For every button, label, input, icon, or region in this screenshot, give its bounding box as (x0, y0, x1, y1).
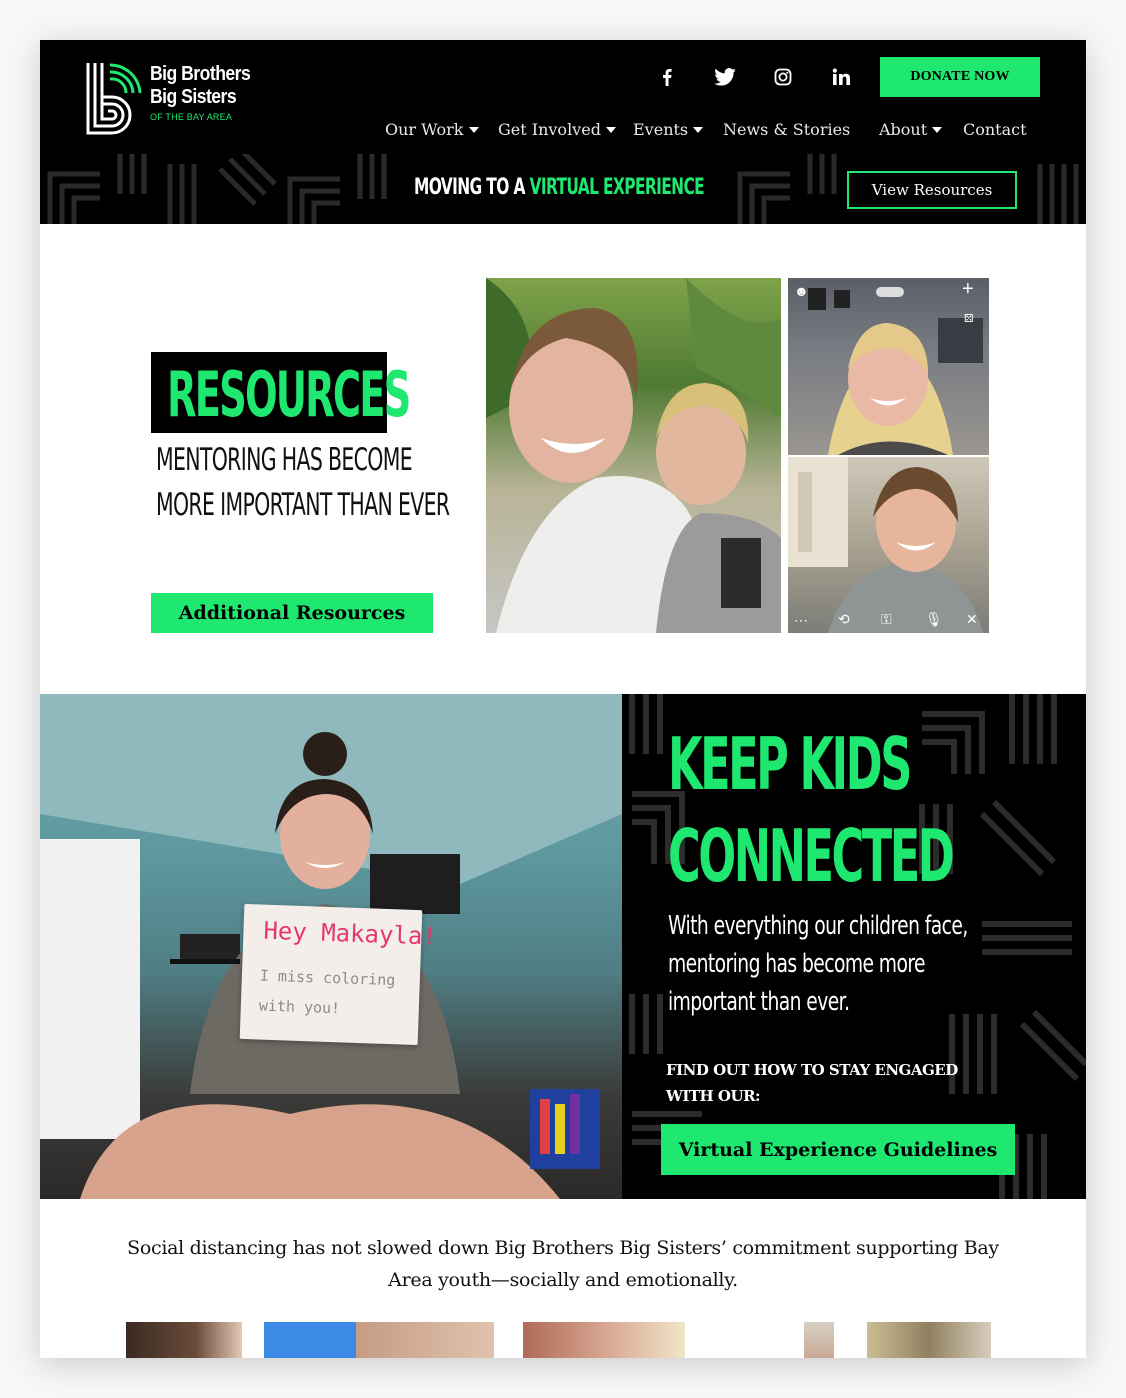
banner-prefix: MOVING TO A (414, 175, 530, 200)
linkedin-icon[interactable] (828, 66, 854, 88)
microphone-icon: 🎙 (925, 611, 943, 627)
twitter-icon[interactable] (712, 66, 738, 88)
instagram-icon[interactable] (770, 66, 796, 88)
video-call-thumbnail (126, 1322, 242, 1358)
unlock-icon: ⚿ (881, 611, 892, 627)
video-call-thumbnail (804, 1322, 834, 1358)
social-distancing-statement: Social distancing has not slowed down Bi… (80, 1232, 1046, 1296)
caret-down-icon (468, 127, 479, 133)
nav-item-label: About (879, 119, 928, 139)
nav-item-label: Events (633, 119, 689, 139)
mentor-selfie-photo (486, 278, 781, 633)
find-out-line-1: FIND OUT HOW TO STAY ENGAGED (666, 1061, 958, 1079)
resources-title-box: RESOURCES (151, 352, 411, 433)
video-call-thumbnail (867, 1322, 991, 1358)
caret-down-icon (932, 127, 943, 133)
resources-title: RESOURCES (167, 358, 411, 431)
banner-heading: MOVING TO A VIRTUAL EXPERIENCE (414, 175, 705, 200)
nav-item-label: Contact (963, 119, 1027, 139)
keep-kids-title-line-2: CONNECTED (668, 814, 955, 898)
keep-kids-body-line-1: With everything our children face, (668, 911, 968, 941)
sign-message-line-1: I miss coloring (259, 966, 396, 990)
dice-icon: ⚄ (964, 313, 974, 325)
video-call-mentor-photo: ⋯ ⟲ ⚿ 🎙 ✕ (788, 457, 989, 633)
nav-item-contact[interactable]: Contact (963, 118, 1027, 140)
flip-camera-icon: ⟲ (838, 611, 850, 627)
sign-message-line-2: with you! (258, 996, 341, 1018)
logo-mark-icon (86, 63, 142, 135)
find-out-line-2: WITH OUR: (666, 1087, 761, 1105)
video-call-thumbnail (523, 1322, 685, 1358)
caret-down-icon (605, 127, 616, 133)
virtual-experience-guidelines-button[interactable]: Virtual Experience Guidelines (661, 1124, 1015, 1175)
video-call-thumbnail (264, 1322, 494, 1358)
handwritten-sign: Hey Makayla! I miss coloring with you! (239, 903, 437, 1046)
facebook-icon[interactable] (654, 66, 680, 88)
additional-resources-button[interactable]: Additional Resources (151, 593, 433, 633)
keep-kids-title-line-1: KEEP KIDS (668, 722, 912, 806)
statement-line-1: Social distancing has not slowed down Bi… (127, 1237, 999, 1259)
statement-line-2: Area youth—socially and emotionally. (388, 1269, 738, 1291)
more-options-icon: ⋯ (794, 612, 808, 628)
logo-line-1: Big Brothers (150, 63, 251, 85)
nav-item-label: News & Stories (723, 119, 851, 139)
nav-item-our-work[interactable]: Our Work (385, 118, 479, 140)
video-call-child-photo: ☻ + ⚄ (788, 278, 989, 455)
resources-subtitle-line-1: MENTORING HAS BECOME (156, 442, 413, 478)
keep-kids-body-line-3: important than ever. (668, 987, 850, 1017)
browser-page: Big Brothers Big Sisters OF THE BAY AREA… (40, 40, 1086, 1358)
resources-subtitle-line-2: MORE IMPORTANT THAN EVER (156, 487, 450, 523)
close-icon: ✕ (966, 611, 978, 627)
nav-item-get-involved[interactable]: Get Involved (498, 118, 616, 140)
logo-subtitle: OF THE BAY AREA (150, 112, 233, 122)
nav-item-label: Our Work (385, 119, 464, 139)
caret-down-icon (693, 127, 704, 133)
sign-greeting: Hey Makayla! (263, 916, 438, 951)
recording-indicator (876, 287, 904, 297)
virtual-experience-banner: MOVING TO A VIRTUAL EXPERIENCE View Reso… (40, 154, 1086, 224)
logo[interactable]: Big Brothers Big Sisters OF THE BAY AREA (84, 59, 274, 139)
nav-item-about[interactable]: About (879, 118, 943, 140)
keep-kids-connected-panel: KEEP KIDS CONNECTED With everything our … (622, 694, 1086, 1199)
nav-item-label: Get Involved (498, 119, 601, 139)
nav-item-news-stories[interactable]: News & Stories (723, 118, 850, 140)
donate-now-button[interactable]: DONATE NOW (880, 57, 1040, 97)
logo-line-2: Big Sisters (150, 86, 237, 108)
sign-message: I miss coloring with you! (258, 961, 396, 1026)
keep-kids-body-line-2: mentoring has become more (668, 949, 926, 979)
smiley-icon: ☻ (794, 283, 809, 299)
view-resources-button[interactable]: View Resources (847, 171, 1017, 209)
banner-highlight: VIRTUAL EXPERIENCE (529, 175, 705, 200)
nav-item-events[interactable]: Events (633, 118, 704, 140)
site-header: Big Brothers Big Sisters OF THE BAY AREA… (40, 40, 1086, 154)
plus-icon: + (962, 278, 974, 300)
